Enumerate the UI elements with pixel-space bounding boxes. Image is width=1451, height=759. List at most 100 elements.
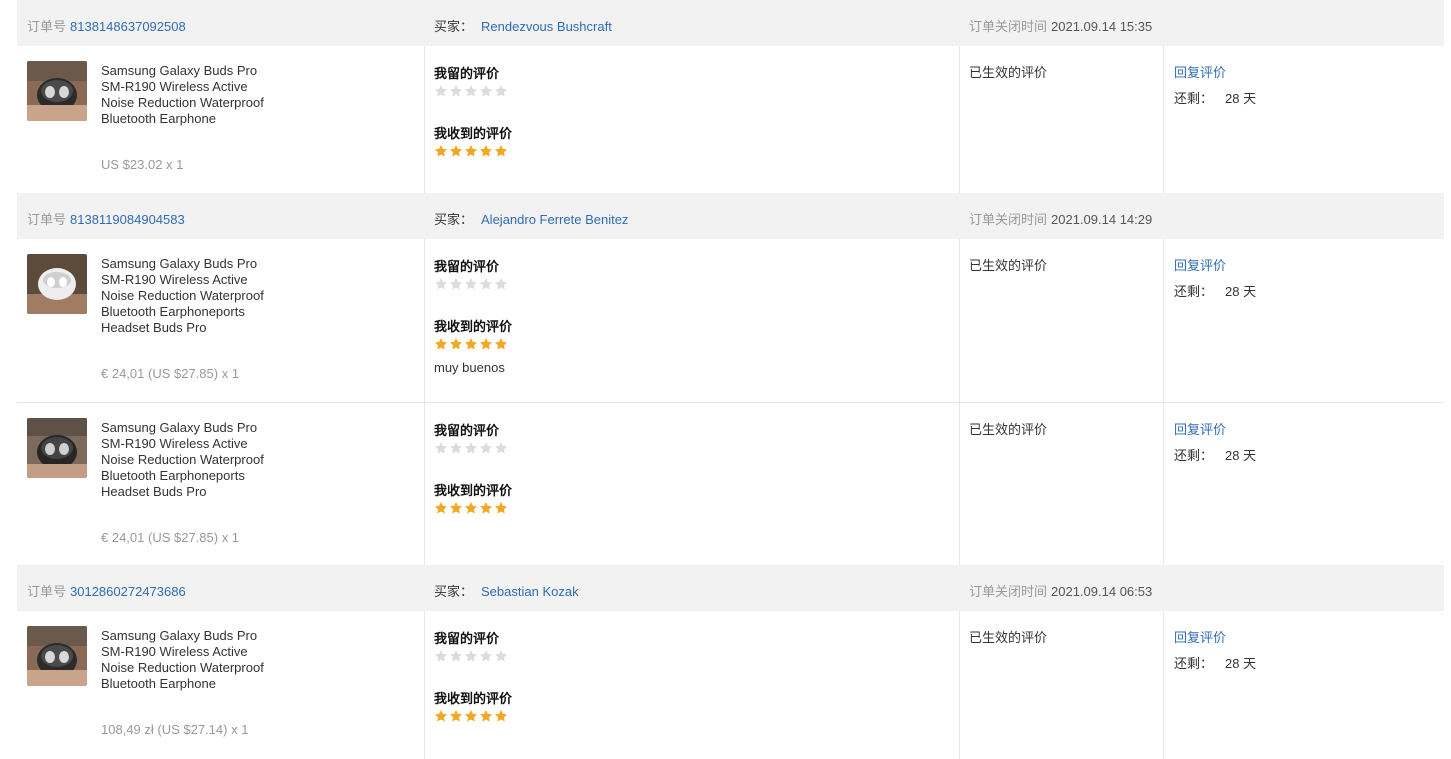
reply-review-link[interactable]: 回复评价	[1174, 255, 1226, 274]
star-icon	[449, 710, 463, 722]
my-review-label: 我留的评价	[434, 66, 500, 81]
star-icon[interactable]	[494, 277, 508, 291]
buyer-comment: muy buenos	[434, 360, 505, 375]
my-rating-stars[interactable]	[434, 277, 508, 291]
product-thumbnail[interactable]	[27, 254, 87, 314]
product-title[interactable]: Samsung Galaxy Buds Pro SM-R190 Wireless…	[101, 420, 276, 500]
star-icon	[464, 502, 478, 514]
star-icon[interactable]	[464, 649, 478, 663]
star-icon[interactable]	[434, 277, 448, 291]
earbuds-image-icon	[27, 626, 87, 686]
rating-cell: 我留的评价 我收到的评价 muy buenos	[425, 239, 960, 402]
product-thumbnail[interactable]	[27, 418, 87, 478]
action-cell: 回复评价 还剩： 28 天	[1164, 403, 1444, 565]
product-cell: Samsung Galaxy Buds Pro SM-R190 Wireless…	[17, 46, 425, 193]
close-time-group: 订单关闭时间 2021.09.14 15:35	[969, 16, 1152, 35]
buyer-group: 买家： Alejandro Ferrete Benitez	[434, 209, 628, 228]
buyer-label: 买家：	[434, 584, 474, 599]
remaining-label: 还剩：	[1174, 284, 1214, 299]
star-icon	[434, 145, 448, 157]
star-icon[interactable]	[449, 84, 463, 98]
order-number-group: 订单号 3012860272473686	[27, 581, 186, 600]
my-rating-stars[interactable]	[434, 84, 508, 98]
remaining-days: 28 天	[1225, 448, 1257, 463]
reply-review-link[interactable]: 回复评价	[1174, 627, 1226, 646]
buyer-link[interactable]: Alejandro Ferrete Benitez	[481, 212, 628, 227]
star-icon[interactable]	[479, 84, 493, 98]
rating-cell: 我留的评价 我收到的评价	[425, 403, 960, 565]
order-number-label: 订单号	[27, 19, 67, 34]
earbuds-image-icon	[27, 254, 87, 314]
star-icon	[494, 502, 508, 514]
received-rating-stars	[434, 337, 508, 351]
my-review-label: 我留的评价	[434, 631, 500, 646]
star-icon[interactable]	[449, 441, 463, 455]
product-thumbnail[interactable]	[27, 61, 87, 121]
remaining-time: 还剩： 28 天	[1174, 88, 1256, 107]
product-title[interactable]: Samsung Galaxy Buds Pro SM-R190 Wireless…	[101, 628, 276, 692]
product-title[interactable]: Samsung Galaxy Buds Pro SM-R190 Wireless…	[101, 63, 276, 127]
product-title[interactable]: Samsung Galaxy Buds Pro SM-R190 Wireless…	[101, 256, 276, 336]
star-icon[interactable]	[494, 441, 508, 455]
remaining-time: 还剩： 28 天	[1174, 653, 1256, 672]
earbuds-image-icon	[27, 418, 87, 478]
close-time-value: 2021.09.14 06:53	[1051, 584, 1153, 599]
status-cell: 已生效的评价	[960, 239, 1164, 402]
product-cell: Samsung Galaxy Buds Pro SM-R190 Wireless…	[17, 239, 425, 402]
product-price: US $23.02 x 1	[101, 157, 184, 172]
star-icon[interactable]	[449, 277, 463, 291]
star-icon[interactable]	[494, 649, 508, 663]
star-icon	[494, 145, 508, 157]
star-icon[interactable]	[464, 441, 478, 455]
my-rating-stars[interactable]	[434, 441, 508, 455]
status-cell: 已生效的评价	[960, 611, 1164, 759]
star-icon	[449, 145, 463, 157]
order-review-table: 订单号 8138148637092508 买家： Rendezvous Bushcr…	[17, 0, 1444, 759]
buyer-link[interactable]: Sebastian Kozak	[481, 584, 579, 599]
buyer-link[interactable]: Rendezvous Bushcraft	[481, 19, 612, 34]
order-number-link[interactable]: 3012860272473686	[70, 584, 186, 599]
order-header: 订单号 3012860272473686 买家： Sebastian Kozak 订…	[17, 565, 1444, 611]
my-rating-stars[interactable]	[434, 649, 508, 663]
star-icon[interactable]	[464, 84, 478, 98]
reply-review-link[interactable]: 回复评价	[1174, 62, 1226, 81]
star-icon[interactable]	[479, 441, 493, 455]
star-icon[interactable]	[434, 441, 448, 455]
order-header: 订单号 8138119084904583 买家： Alejandro Ferrete…	[17, 193, 1444, 239]
product-price: € 24,01 (US $27.85) x 1	[101, 530, 240, 545]
remaining-time: 还剩： 28 天	[1174, 281, 1256, 300]
close-time-value: 2021.09.14 15:35	[1051, 19, 1153, 34]
star-icon[interactable]	[464, 277, 478, 291]
star-icon	[434, 710, 448, 722]
order-item-row: Samsung Galaxy Buds Pro SM-R190 Wireless…	[17, 46, 1444, 193]
review-status: 已生效的评价	[969, 630, 1048, 645]
star-icon[interactable]	[434, 649, 448, 663]
close-time-group: 订单关闭时间 2021.09.14 14:29	[969, 209, 1152, 228]
star-icon	[464, 145, 478, 157]
product-thumbnail[interactable]	[27, 626, 87, 686]
reply-review-link[interactable]: 回复评价	[1174, 419, 1226, 438]
star-icon[interactable]	[494, 84, 508, 98]
review-status: 已生效的评价	[969, 422, 1048, 437]
star-icon	[494, 338, 508, 350]
product-price: 108,49 zł (US $27.14) x 1	[101, 722, 249, 737]
star-icon[interactable]	[479, 649, 493, 663]
buyer-group: 买家： Sebastian Kozak	[434, 581, 579, 600]
remaining-label: 还剩：	[1174, 91, 1214, 106]
remaining-days: 28 天	[1225, 284, 1257, 299]
order-item-row: Samsung Galaxy Buds Pro SM-R190 Wireless…	[17, 611, 1444, 759]
status-cell: 已生效的评价	[960, 46, 1164, 193]
status-cell: 已生效的评价	[960, 403, 1164, 565]
star-icon[interactable]	[434, 84, 448, 98]
order-number-link[interactable]: 8138119084904583	[70, 212, 185, 227]
received-review-label: 我收到的评价	[434, 483, 513, 498]
action-cell: 回复评价 还剩： 28 天	[1164, 239, 1444, 402]
star-icon[interactable]	[479, 277, 493, 291]
order-number-link[interactable]: 8138148637092508	[70, 19, 186, 34]
received-rating-stars	[434, 709, 508, 723]
order-header: 订单号 8138148637092508 买家： Rendezvous Bushcr…	[17, 0, 1444, 46]
star-icon	[449, 338, 463, 350]
close-time-label: 订单关闭时间	[969, 212, 1048, 227]
star-icon[interactable]	[449, 649, 463, 663]
order-number-group: 订单号 8138119084904583	[27, 209, 185, 228]
